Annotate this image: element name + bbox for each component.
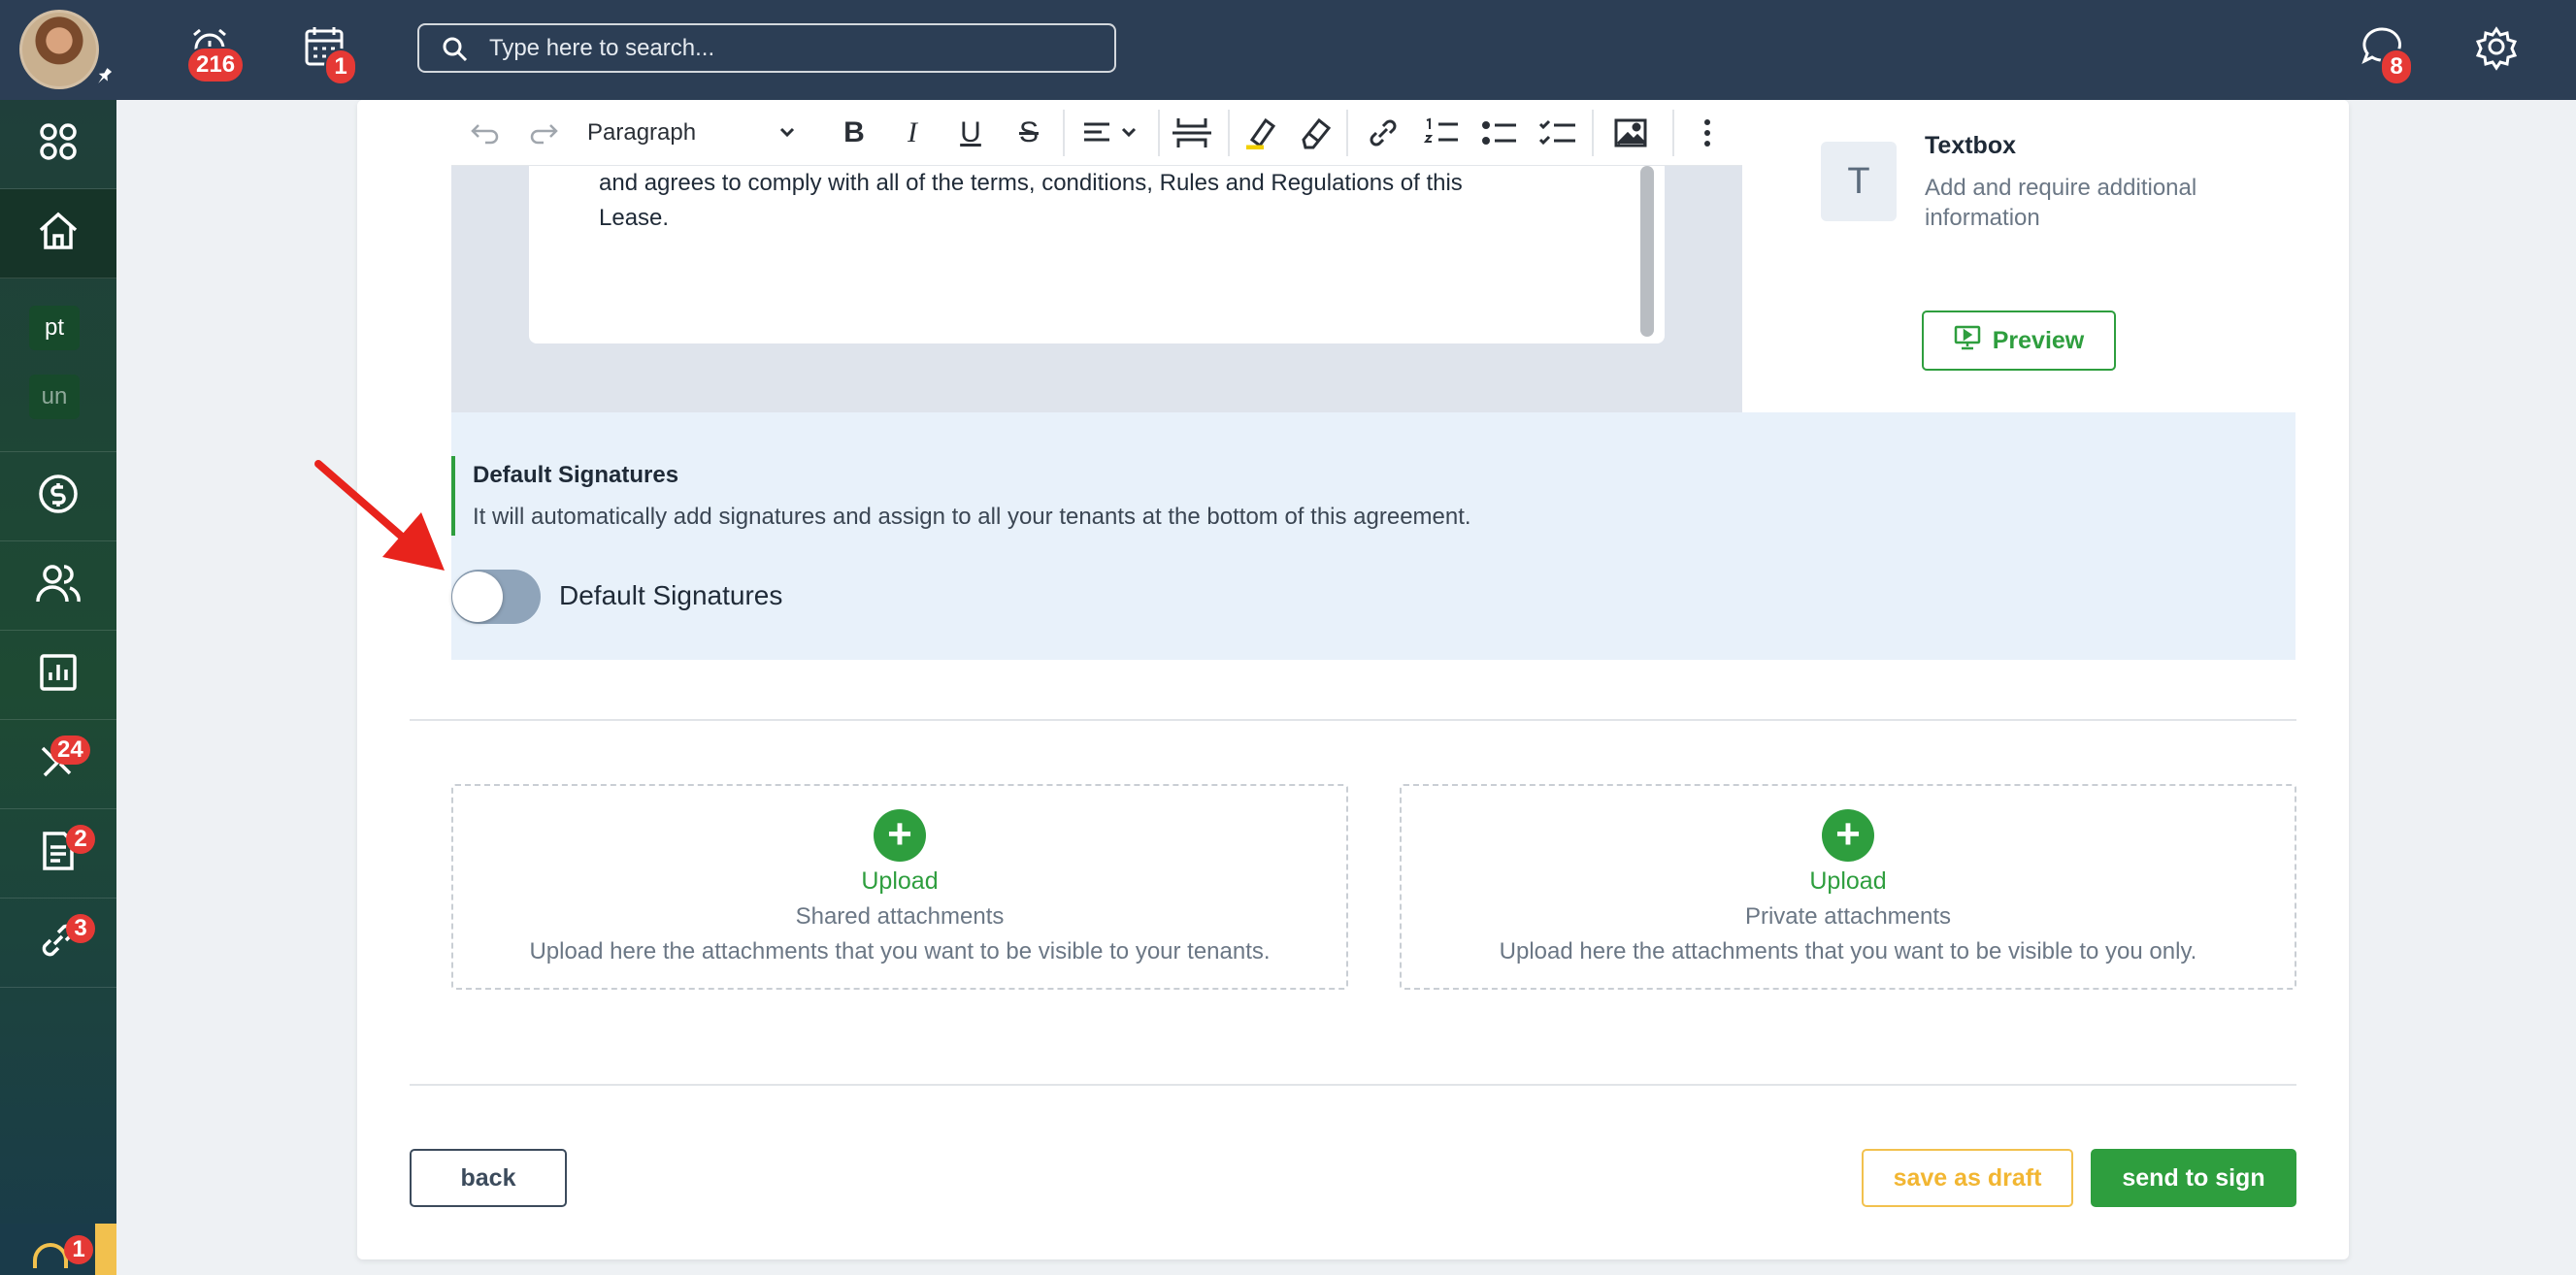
toggle-knob	[452, 572, 503, 622]
link-insert-icon[interactable]	[1359, 112, 1407, 154]
page-break-icon[interactable]	[1168, 112, 1216, 154]
sidebar-item-finance[interactable]	[0, 452, 116, 541]
shared-attachments-dropzone[interactable]: + Upload Shared attachments Upload here …	[451, 784, 1348, 990]
section-divider	[410, 1084, 2296, 1086]
section-accent-bar	[451, 456, 455, 536]
support-badge: 1	[64, 1235, 93, 1264]
default-signatures-toggle[interactable]	[451, 570, 541, 624]
more-options-icon[interactable]	[1688, 112, 1727, 154]
sidebar-item-maintenance[interactable]	[0, 720, 116, 809]
block-format-value: Paragraph	[587, 119, 697, 146]
eraser-icon[interactable]	[1291, 112, 1339, 154]
annotation-arrow-icon	[314, 460, 445, 571]
gear-icon[interactable]	[2469, 21, 2524, 76]
sidebar-chip-un[interactable]: un	[29, 375, 80, 419]
underline-icon[interactable]: U	[951, 112, 990, 154]
strikethrough-icon[interactable]: S	[1009, 112, 1048, 154]
bold-icon[interactable]: B	[835, 112, 874, 154]
default-signatures-title: Default Signatures	[473, 462, 679, 488]
section-divider	[410, 719, 2296, 721]
sidebar-item-documents[interactable]	[0, 809, 116, 899]
dollar-icon	[37, 473, 80, 520]
back-button[interactable]: back	[410, 1149, 567, 1207]
redo-icon[interactable]	[524, 112, 563, 154]
top-bar: 216 1 8	[0, 0, 2576, 100]
user-avatar[interactable]	[19, 10, 99, 89]
editor-body-text[interactable]: and agrees to comply with all of the ter…	[599, 166, 1531, 236]
maintenance-badge: 24	[50, 736, 90, 765]
textbox-widget-description: Add and require additional information	[1925, 175, 2197, 231]
support-tab[interactable]	[0, 1224, 116, 1275]
chat-badge: 8	[2380, 49, 2413, 85]
people-icon	[35, 561, 82, 610]
pin-icon	[93, 66, 115, 87]
private-attachments-description: Upload here the attachments that you wan…	[1499, 938, 2197, 964]
calendar-badge: 1	[324, 49, 357, 85]
sidebar-chip-pt[interactable]: pt	[29, 306, 80, 350]
documents-badge: 2	[66, 825, 95, 854]
block-format-select[interactable]: Paragraph	[587, 112, 801, 154]
shared-attachments-description: Upload here the attachments that you wan…	[529, 938, 1271, 964]
align-icon[interactable]	[1077, 112, 1145, 154]
sidebar-item-apps[interactable]	[0, 100, 116, 189]
default-signatures-toggle-label[interactable]: Default Signatures	[559, 580, 782, 611]
sidebar-item-reports[interactable]	[0, 631, 116, 720]
apps-grid-icon	[37, 120, 80, 168]
highlighter-icon[interactable]	[1238, 112, 1286, 154]
shared-attachments-title: Shared attachments	[795, 903, 1005, 930]
save-draft-button[interactable]: save as draft	[1862, 1149, 2073, 1207]
chevron-down-icon	[777, 121, 797, 148]
plus-icon[interactable]: +	[874, 809, 926, 862]
ordered-list-icon[interactable]	[1417, 112, 1466, 154]
chart-icon	[37, 651, 80, 699]
preview-button[interactable]: Preview	[1922, 311, 2116, 371]
alarm-badge: 216	[186, 47, 246, 83]
private-attachments-title: Private attachments	[1744, 903, 1952, 930]
textbox-widget-title[interactable]: Textbox	[1925, 132, 2016, 160]
send-to-sign-button[interactable]: send to sign	[2091, 1149, 2296, 1207]
search-input[interactable]	[489, 33, 1091, 64]
editor-scrollbar[interactable]	[1640, 166, 1654, 337]
sidebar-item-links[interactable]	[0, 899, 116, 988]
undo-icon[interactable]	[466, 112, 505, 154]
checklist-icon[interactable]	[1534, 112, 1582, 154]
sidebar: pt un 24 2 3 1	[0, 100, 116, 1275]
private-upload-link[interactable]: Upload	[1402, 867, 2295, 896]
italic-icon[interactable]: I	[893, 112, 932, 154]
textbox-widget-icon[interactable]: T	[1821, 142, 1897, 221]
shared-upload-link[interactable]: Upload	[453, 867, 1346, 896]
search-box[interactable]	[417, 23, 1116, 73]
default-signatures-section	[451, 412, 2295, 660]
preview-label: Preview	[1992, 326, 2085, 354]
sidebar-item-people[interactable]	[0, 541, 116, 631]
plus-icon[interactable]: +	[1822, 809, 1874, 862]
home-icon	[36, 209, 81, 258]
image-insert-icon[interactable]	[1606, 112, 1655, 154]
search-icon	[441, 35, 470, 69]
editor-document[interactable]: and agrees to comply with all of the ter…	[529, 166, 1665, 343]
presentation-icon	[1954, 325, 1981, 357]
private-attachments-dropzone[interactable]: + Upload Private attachments Upload here…	[1400, 784, 2296, 990]
sidebar-item-home[interactable]	[0, 189, 116, 278]
editor-toolbar: Paragraph B I U S	[451, 100, 1742, 166]
links-badge: 3	[66, 914, 95, 943]
default-signatures-description: It will automatically add signatures and…	[473, 504, 1471, 530]
bullet-list-icon[interactable]	[1475, 112, 1524, 154]
